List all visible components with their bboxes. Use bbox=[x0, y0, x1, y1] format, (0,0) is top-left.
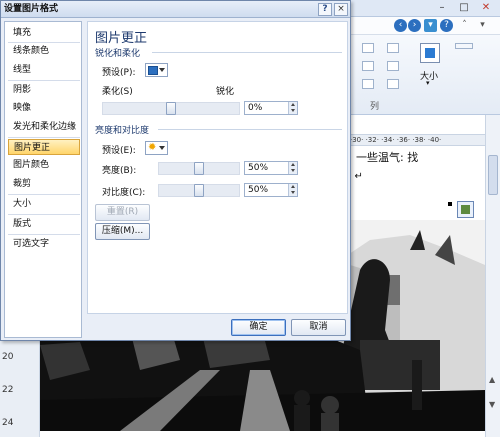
layout-options-icon[interactable] bbox=[457, 201, 474, 218]
brightness-preset-picker[interactable]: ✹ bbox=[145, 141, 168, 155]
chevron-down-icon bbox=[159, 68, 165, 72]
close-button[interactable]: × bbox=[334, 3, 348, 16]
slider-thumb[interactable] bbox=[194, 162, 204, 175]
sharpen-value-field[interactable]: 0% bbox=[244, 101, 298, 115]
brightness-label: 亮度(B): bbox=[102, 166, 137, 176]
nav-item-reflection[interactable]: 映像 bbox=[8, 100, 80, 116]
sharpen-preset-label: 预设(P): bbox=[102, 68, 136, 78]
cancel-button[interactable]: 取消 bbox=[291, 319, 346, 336]
next-page-icon[interactable]: ▼ bbox=[489, 400, 495, 409]
size-dropdown-icon[interactable]: ▾ bbox=[426, 79, 430, 87]
sharpen-preset-icon bbox=[148, 66, 158, 75]
ok-button[interactable]: 确定 bbox=[231, 319, 286, 336]
minimize-button[interactable]: – bbox=[434, 2, 450, 15]
reset-button[interactable]: 重置(R) bbox=[95, 204, 150, 221]
align-icon[interactable] bbox=[362, 61, 374, 71]
sharpen-label: 锐化 bbox=[216, 87, 235, 97]
ribbon-group-label: 列 bbox=[370, 102, 380, 112]
format-picture-dialog: 设置图片格式 ? × 填充 线条颜色 线型 阴影 映像 发光和柔化边缘 图片更正… bbox=[0, 0, 351, 341]
maximize-button[interactable]: □ bbox=[456, 2, 472, 15]
ribbon-minimize-icon[interactable]: ˄ bbox=[458, 19, 471, 32]
spin-down-icon[interactable] bbox=[288, 108, 297, 114]
close-window-button[interactable]: ✕ bbox=[478, 2, 494, 15]
scroll-thumb[interactable] bbox=[488, 155, 498, 195]
sharpen-preset-picker[interactable] bbox=[145, 63, 168, 77]
word-ribbon: 列 大小 ▾ bbox=[350, 35, 500, 115]
word-quick-toolbar: ‹ › ▾ ? ˄ ▾ bbox=[350, 17, 500, 35]
horizontal-ruler: ·30· ·32· ·34· ·36· ·38· ·40· bbox=[350, 134, 485, 146]
nav-item-alt-text[interactable]: 可选文字 bbox=[8, 236, 80, 252]
contrast-value-field[interactable]: 50% bbox=[244, 183, 298, 197]
prev-page-icon[interactable]: ▲ bbox=[489, 375, 495, 384]
slider-thumb[interactable] bbox=[166, 102, 176, 115]
spin-down-icon[interactable] bbox=[288, 168, 297, 174]
sharpen-section-heading: 锐化和柔化 bbox=[95, 49, 141, 59]
forward-icon[interactable]: › bbox=[408, 19, 421, 32]
brightness-preset-label: 预设(E): bbox=[102, 146, 136, 156]
nav-item-picture-corrections[interactable]: 图片更正 bbox=[8, 139, 80, 155]
vertical-ruler: 20 22 24 bbox=[0, 340, 40, 437]
nav-item-shadow[interactable]: 阴影 bbox=[8, 82, 80, 98]
wrap-icon[interactable] bbox=[362, 43, 374, 53]
brightness-slider[interactable] bbox=[158, 162, 240, 175]
word-title-bar: – □ ✕ bbox=[350, 0, 500, 17]
brightness-section-heading: 亮度和对比度 bbox=[95, 126, 150, 136]
panel-title: 图片更正 bbox=[95, 31, 148, 46]
slider-thumb[interactable] bbox=[194, 184, 204, 197]
nav-item-glow-soft-edges[interactable]: 发光和柔化边缘 bbox=[8, 119, 80, 135]
crop-size-icon[interactable] bbox=[420, 43, 440, 63]
document-text: 一些温气: 找 bbox=[356, 151, 419, 164]
soften-label: 柔化(S) bbox=[102, 87, 133, 97]
more-icon[interactable]: ▾ bbox=[476, 19, 489, 32]
settings-panel: 图片更正 锐化和柔化 预设(P): 柔化(S) 锐化 0% 亮度和对比度 预设(… bbox=[87, 21, 348, 314]
help-button[interactable]: ? bbox=[318, 3, 332, 16]
save-icon[interactable]: ▾ bbox=[424, 19, 437, 32]
nav-item-layout[interactable]: 版式 bbox=[8, 216, 80, 232]
chevron-down-icon bbox=[159, 146, 165, 150]
group-icon[interactable] bbox=[362, 79, 374, 89]
contrast-label: 对比度(C): bbox=[102, 188, 146, 198]
spin-down-icon[interactable] bbox=[288, 190, 297, 196]
height-field[interactable] bbox=[455, 43, 473, 49]
vertical-scrollbar[interactable]: ▲ ▼ bbox=[485, 115, 500, 437]
nav-item-size[interactable]: 大小 bbox=[8, 196, 80, 212]
selection-handle[interactable] bbox=[448, 202, 452, 206]
nav-item-line-color[interactable]: 线条颜色 bbox=[8, 43, 80, 59]
front-icon[interactable] bbox=[387, 61, 399, 71]
back-icon[interactable]: ‹ bbox=[394, 19, 407, 32]
compress-button[interactable]: 压缩(M)... bbox=[95, 223, 150, 240]
back-layer-icon[interactable] bbox=[387, 79, 399, 89]
category-list: 填充 线条颜色 线型 阴影 映像 发光和柔化边缘 图片更正 图片颜色 裁剪 大小… bbox=[4, 21, 82, 338]
nav-item-line-style[interactable]: 线型 bbox=[8, 62, 80, 78]
contrast-slider[interactable] bbox=[158, 184, 240, 197]
nav-item-crop[interactable]: 裁剪 bbox=[8, 176, 80, 192]
help-icon[interactable]: ? bbox=[440, 19, 453, 32]
rotate-icon[interactable] bbox=[387, 43, 399, 53]
sharpen-slider[interactable] bbox=[102, 102, 240, 115]
nav-item-picture-color[interactable]: 图片颜色 bbox=[8, 157, 80, 173]
nav-item-fill[interactable]: 填充 bbox=[8, 25, 80, 41]
dialog-title: 设置图片格式 bbox=[1, 1, 350, 18]
sun-icon: ✹ bbox=[148, 142, 157, 153]
brightness-value-field[interactable]: 50% bbox=[244, 161, 298, 175]
